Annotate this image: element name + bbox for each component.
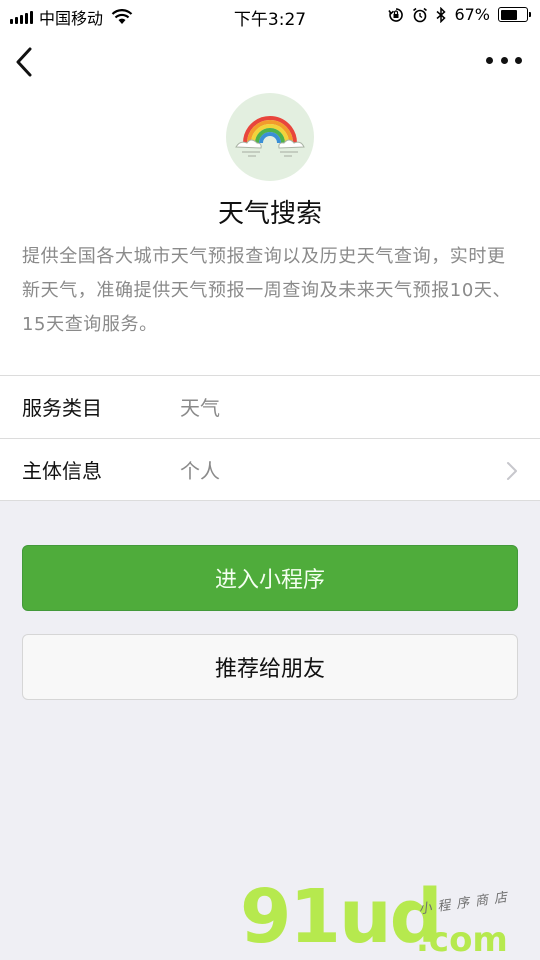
more-dot xyxy=(486,56,493,64)
bluetooth-icon xyxy=(436,6,447,23)
watermark: 91ud .com 小程序商店 xyxy=(240,874,540,960)
battery-level xyxy=(500,9,518,20)
more-dot xyxy=(500,56,508,64)
recommend-to-friend-button[interactable]: 推荐给朋友 xyxy=(22,634,518,700)
rainbow-icon xyxy=(235,116,305,157)
battery-icon xyxy=(498,7,531,22)
service-category-label: 服务类目 xyxy=(22,396,102,420)
watermark-domain: .com xyxy=(416,920,508,960)
entity-info-value: 个人 xyxy=(180,459,220,483)
orientation-lock-icon xyxy=(388,7,404,22)
service-category-value: 天气 xyxy=(180,396,220,420)
chevron-left-icon xyxy=(16,47,32,77)
watermark-brand: 91ud xyxy=(240,874,443,960)
status-bar: 中国移动 下午3:27 67% xyxy=(0,0,540,32)
entity-info-label: 主体信息 xyxy=(22,459,102,483)
battery-percent: 67% xyxy=(454,5,490,24)
alarm-icon xyxy=(413,7,428,22)
service-category-row: 服务类目 天气 xyxy=(0,375,540,437)
app-title: 天气搜索 xyxy=(217,199,322,229)
enter-mini-program-button[interactable]: 进入小程序 xyxy=(22,545,518,611)
entity-info-row[interactable]: 主体信息 个人 xyxy=(0,438,540,500)
divider xyxy=(0,500,540,501)
app-description: 提供全国各大城市天气预报查询以及历史天气查询，实时更新天气，准确提供天气预报一周… xyxy=(22,246,512,335)
more-dot xyxy=(515,56,522,64)
back-button[interactable] xyxy=(12,44,40,80)
more-button[interactable] xyxy=(486,48,522,72)
status-right: 67% xyxy=(388,5,531,24)
chevron-right-icon xyxy=(507,462,517,480)
app-logo xyxy=(226,93,314,181)
